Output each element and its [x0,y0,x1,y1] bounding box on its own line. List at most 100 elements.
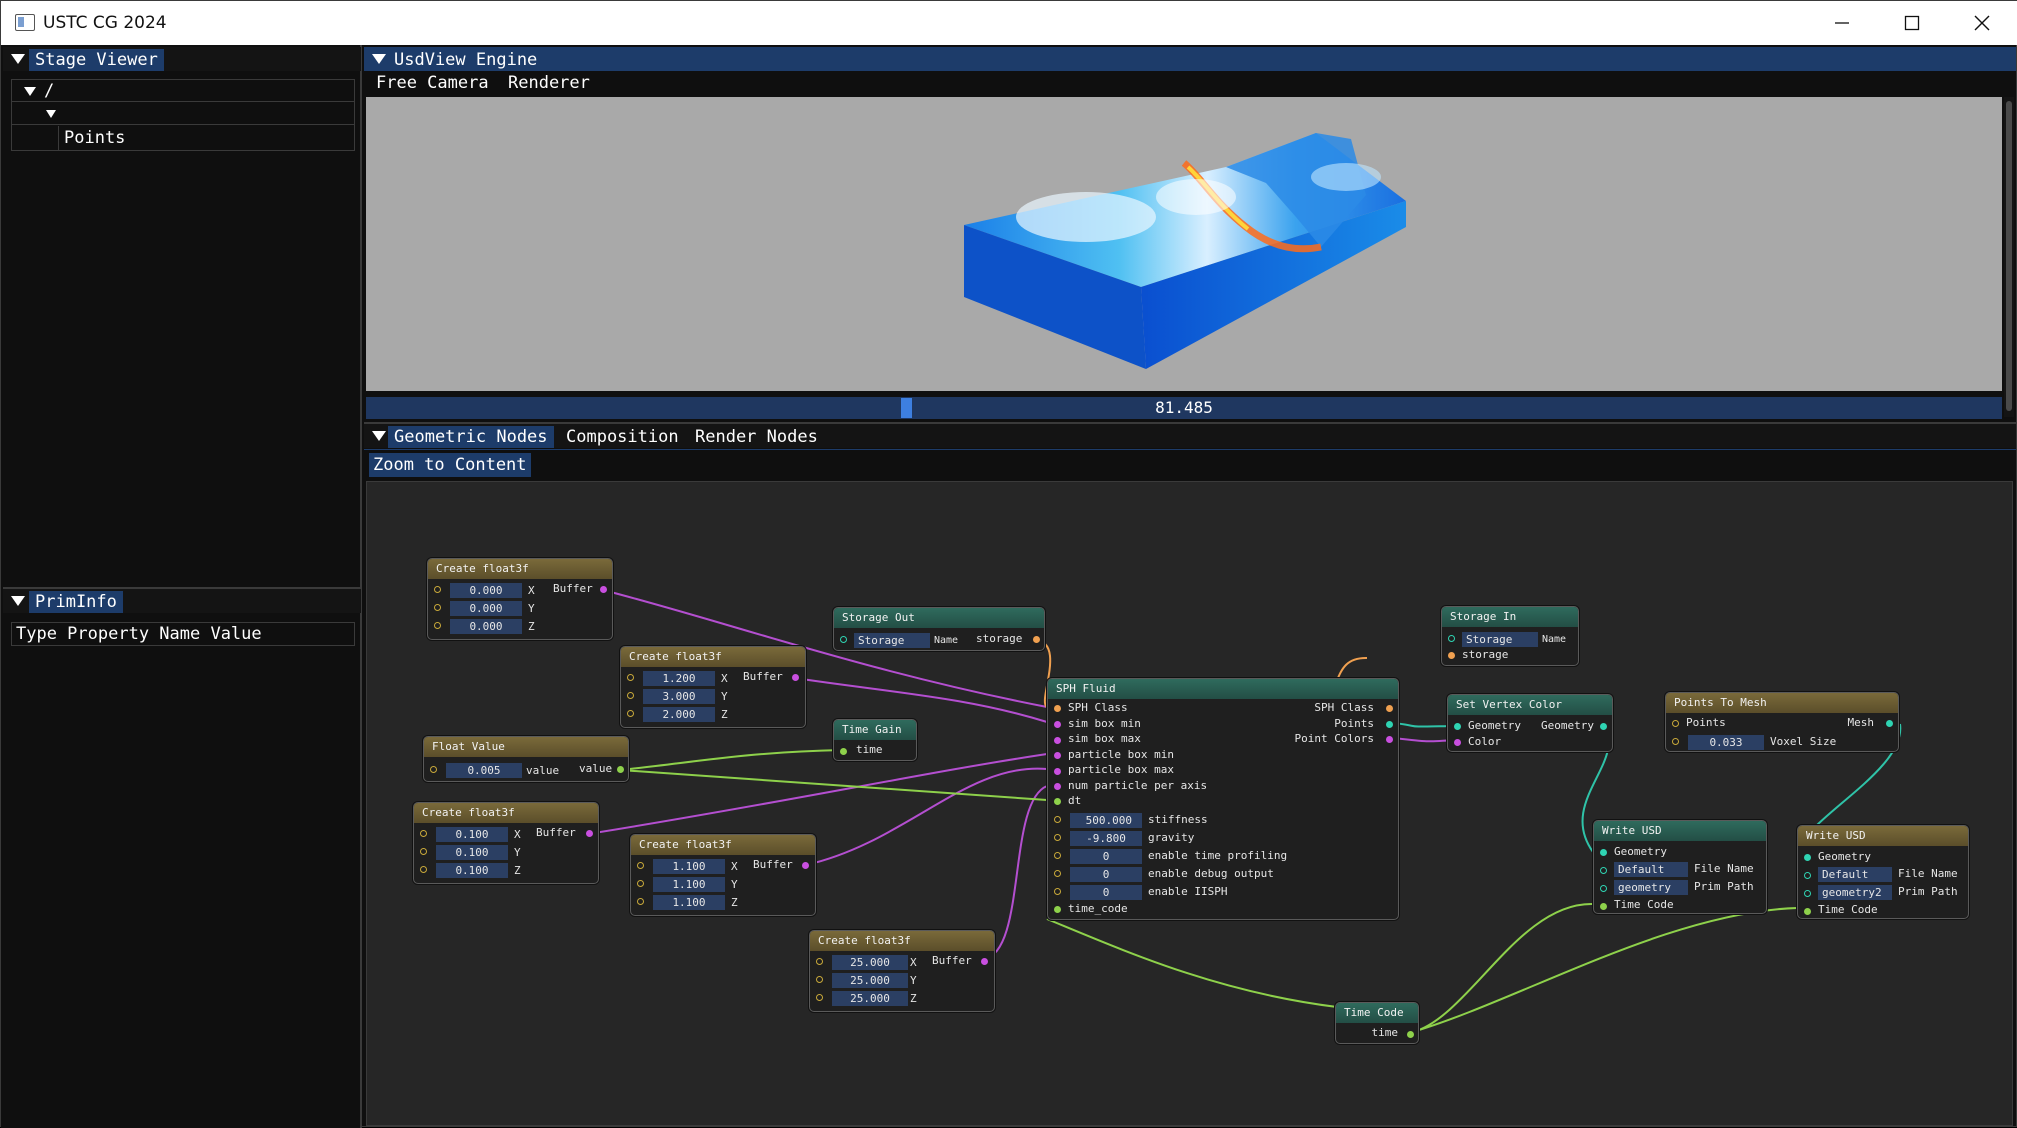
timeline-slider[interactable]: 81.485 [366,397,2002,419]
iisph-field[interactable]: 0 [1070,885,1142,900]
node-create-float3f[interactable]: Create float3f 0.000 X Buffer 0.000 Y 0.… [427,558,613,640]
zoom-to-content-button[interactable]: Zoom to Content [369,453,531,477]
input-pin[interactable] [637,880,644,887]
node-title[interactable]: Float Value [424,737,628,757]
y-field[interactable]: 3.000 [643,689,715,704]
input-pin[interactable] [430,766,437,773]
node-write-usd[interactable]: Write USD Geometry Default File Name geo… [1593,820,1767,914]
x-field[interactable]: 1.100 [653,859,725,874]
node-canvas[interactable]: Create float3f 0.000 X Buffer 0.000 Y 0.… [366,481,2013,1126]
maximize-button[interactable] [1877,1,1947,45]
scrollbar-thumb[interactable] [2006,101,2012,411]
z-field[interactable]: 25.000 [832,991,908,1006]
node-create-float3f[interactable]: Create float3f 0.100 X Buffer 0.100 Y 0.… [413,802,599,884]
node-create-float3f[interactable]: Create float3f 1.200 X Buffer 3.000 Y 2.… [620,646,806,728]
x-field[interactable]: 0.100 [436,827,508,842]
debug-field[interactable]: 0 [1070,867,1142,882]
stiffness-field[interactable]: 500.000 [1070,813,1142,828]
close-button[interactable] [1947,1,2017,45]
input-pin[interactable] [434,604,441,611]
node-time-code[interactable]: Time Code time [1335,1002,1419,1044]
input-pin[interactable] [1054,768,1061,775]
z-field[interactable]: 1.100 [653,895,725,910]
input-pin[interactable] [1600,903,1607,910]
gravity-field[interactable]: -9.800 [1070,831,1142,846]
tab-geometric-nodes[interactable]: Geometric Nodes [388,426,554,448]
input-pin[interactable] [1054,870,1061,877]
output-pin[interactable] [792,674,799,681]
y-field[interactable]: 25.000 [832,973,908,988]
node-points-to-mesh[interactable]: Points To Mesh Points Mesh 0.033 Voxel S… [1665,692,1899,752]
input-pin[interactable] [434,622,441,629]
expand-triangle-icon[interactable] [46,110,56,118]
node-title[interactable]: Create float3f [810,931,994,951]
storage-field[interactable]: Storage [854,633,930,648]
tab-priminfo[interactable]: PrimInfo [29,591,123,613]
output-pin[interactable] [1886,720,1893,727]
tab-usdview-engine[interactable]: UsdView Engine [388,49,544,71]
node-title[interactable]: Create float3f [631,835,815,855]
input-pin[interactable] [1054,906,1061,913]
output-pin[interactable] [1386,705,1393,712]
input-pin[interactable] [1454,723,1461,730]
input-pin[interactable] [1672,720,1679,727]
node-title[interactable]: Storage Out [834,608,1044,628]
y-field[interactable]: 0.100 [436,845,508,860]
node-sph-fluid[interactable]: SPH Fluid SPH Class sim box min sim box … [1047,678,1399,920]
z-field[interactable]: 2.000 [643,707,715,722]
input-pin[interactable] [1804,908,1811,915]
collapse-triangle-icon[interactable] [11,54,25,64]
tab-stage-viewer[interactable]: Stage Viewer [29,49,164,71]
input-pin[interactable] [1054,888,1061,895]
output-pin[interactable] [1407,1031,1414,1038]
file-name-field[interactable]: Default [1614,862,1688,877]
tree-row-child[interactable] [12,103,354,125]
node-title[interactable]: Write USD [1594,821,1766,841]
input-pin[interactable] [637,898,644,905]
node-title[interactable]: Create float3f [621,647,805,667]
input-pin[interactable] [840,636,847,643]
input-pin[interactable] [420,848,427,855]
value-field[interactable]: 0.005 [446,763,522,778]
output-pin[interactable] [1386,721,1393,728]
file-name-field[interactable]: Default [1818,867,1892,882]
node-title[interactable]: Time Gain [834,720,916,740]
voxel-size-field[interactable]: 0.033 [1688,735,1764,750]
node-title[interactable]: SPH Fluid [1048,679,1398,699]
input-pin[interactable] [1054,752,1061,759]
input-pin[interactable] [434,586,441,593]
viewport-scrollbar[interactable] [2004,97,2014,417]
output-pin[interactable] [586,830,593,837]
input-pin[interactable] [637,862,644,869]
x-field[interactable]: 1.200 [643,671,715,686]
input-pin[interactable] [1054,737,1061,744]
tab-composition[interactable]: Composition [560,426,685,448]
storage-field[interactable]: Storage [1462,632,1538,647]
input-pin[interactable] [1054,783,1061,790]
collapse-triangle-icon[interactable] [372,54,386,64]
input-pin[interactable] [1600,867,1607,874]
output-pin[interactable] [802,862,809,869]
input-pin[interactable] [1672,738,1679,745]
expand-triangle-icon[interactable] [24,87,36,96]
node-write-usd[interactable]: Write USD Geometry Default File Name geo… [1797,825,1969,919]
node-create-float3f[interactable]: Create float3f 25.000 X Buffer 25.000 Y … [809,930,995,1012]
input-pin[interactable] [816,994,823,1001]
input-pin[interactable] [1600,849,1607,856]
z-field[interactable]: 0.000 [450,619,522,634]
input-pin[interactable] [1054,816,1061,823]
node-float-value[interactable]: Float Value 0.005 value value [423,736,629,782]
minimize-button[interactable] [1807,1,1877,45]
input-pin[interactable] [1454,739,1461,746]
input-pin[interactable] [1448,652,1455,659]
input-pin[interactable] [1600,885,1607,892]
viewport[interactable] [366,97,2002,391]
profiling-field[interactable]: 0 [1070,849,1142,864]
input-pin[interactable] [1804,890,1811,897]
input-pin[interactable] [1054,798,1061,805]
node-create-float3f[interactable]: Create float3f 1.100 X Buffer 1.100 Y 1.… [630,834,816,916]
input-pin[interactable] [627,692,634,699]
prim-path-field[interactable]: geometry [1614,880,1688,895]
menu-renderer[interactable]: Renderer [508,73,590,93]
output-pin[interactable] [617,766,624,773]
